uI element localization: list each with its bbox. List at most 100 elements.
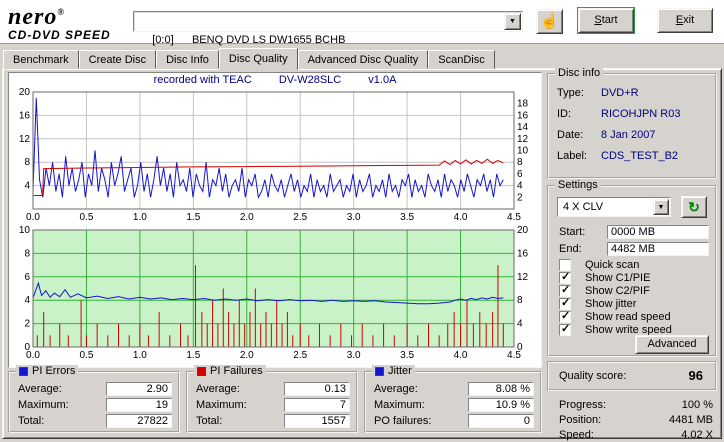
position-row: Position: 4481 MB [555, 414, 715, 427]
checkbox-quick-scan[interactable] [559, 259, 571, 271]
svg-text:6: 6 [517, 169, 523, 180]
checkbox-show-c1-pie-label: Show C1/PIE [585, 272, 651, 284]
refresh-button[interactable]: ↻ [681, 196, 707, 218]
svg-text:18: 18 [517, 99, 529, 110]
stat-box-pi-failures: PI Failures Average: 0.13 Maximum: 7 Tot… [186, 365, 358, 433]
stat-label: Total: [196, 415, 223, 427]
start-position-label: Start: [559, 226, 586, 238]
tab-disc-quality[interactable]: Disc Quality [218, 48, 298, 70]
svg-text:4.0: 4.0 [454, 350, 468, 361]
pi-failures-jitter-chart: 0.0 0.5 1.0 1.5 2.0 2.5 3.0 3.5 4.0 4.50246810048… [19, 226, 529, 361]
disc-quality-page: recorded with TEAC DV-W28SLC v1.0A 0.0 0.… [2, 67, 722, 441]
scan-speed-dropdown-icon[interactable]: ▼ [653, 199, 669, 215]
svg-text:16: 16 [517, 248, 529, 259]
disc-label-value: CDS_TEST_B2 [601, 150, 679, 162]
start-button[interactable]: Start [577, 7, 635, 34]
svg-text:12: 12 [517, 272, 529, 283]
tab-advanced-disc-quality[interactable]: Advanced Disc Quality [297, 50, 429, 69]
recorder-model: DV-W28SLC [278, 74, 342, 86]
svg-text:10: 10 [19, 226, 31, 236]
tab-disc-info[interactable]: Disc Info [156, 50, 219, 69]
svg-text:20: 20 [19, 88, 31, 98]
checkbox-show-read-speed-label: Show read speed [585, 311, 671, 323]
svg-text:16: 16 [517, 110, 529, 121]
checkbox-show-write-speed[interactable]: ✓ [559, 323, 571, 336]
pi-errors-maximum: 19 [106, 398, 172, 412]
stat-box-jitter: Jitter Average: 8.08 % Maximum: 10.9 % P… [364, 365, 542, 433]
pi-errors-chart: 0.0 0.5 1.0 1.5 2.0 2.5 3.0 3.5 4.0 4.54812162024… [19, 88, 529, 223]
disc-info-label: Type: [557, 87, 584, 99]
drive-select[interactable]: [0:0] BENQ DVD LS DW1655 BCHB ▼ [133, 11, 523, 46]
svg-text:12: 12 [517, 134, 529, 145]
drive-select-dropdown-icon[interactable]: ▼ [504, 13, 521, 30]
checkbox-show-jitter[interactable]: ✓ [559, 297, 571, 310]
jitter-color-swatch [375, 367, 384, 376]
svg-text:4.5: 4.5 [507, 212, 521, 223]
tab-scandisc[interactable]: ScanDisc [428, 50, 495, 69]
drive-select-value: [0:0] BENQ DVD LS DW1655 BCHB [152, 34, 346, 46]
advanced-button[interactable]: Advanced [635, 335, 709, 354]
recorder-firmware: v1.0A [368, 74, 397, 86]
svg-text:0.5: 0.5 [79, 212, 93, 223]
stat-label: Average: [196, 383, 240, 395]
checkbox-show-c2-pif[interactable]: ✓ [559, 284, 571, 297]
disc-id-value: RICOHJPN R03 [601, 108, 681, 120]
svg-text:2: 2 [24, 319, 30, 330]
pi-errors-title: PI Errors [32, 365, 76, 377]
disc-info-group: Disc info Type: DVD+R ID: RICOHJPN R03 D… [547, 67, 717, 179]
svg-text:6: 6 [24, 272, 30, 283]
disc-info-label: Date: [557, 129, 584, 141]
svg-text:20: 20 [517, 226, 529, 236]
svg-text:2.5: 2.5 [293, 212, 307, 223]
svg-text:0: 0 [24, 342, 30, 353]
svg-text:1.0: 1.0 [133, 212, 147, 223]
stat-label: Maximum: [374, 399, 425, 411]
recorded-with-text: recorded with TEAC DV-W28SLC v1.0A [9, 74, 541, 86]
tab-benchmark[interactable]: Benchmark [3, 50, 79, 69]
select-tool-button[interactable]: ☝ [536, 9, 563, 34]
svg-text:2.5: 2.5 [293, 350, 307, 361]
quality-score-label: Quality score: [559, 370, 627, 382]
pi-errors-average: 2.90 [106, 382, 172, 396]
svg-text:1.5: 1.5 [186, 212, 200, 223]
checkbox-show-read-speed[interactable]: ✓ [559, 310, 571, 323]
jitter-maximum: 10.9 % [468, 398, 534, 412]
checkbox-show-jitter-label: Show jitter [585, 298, 637, 310]
jitter-title: Jitter [388, 365, 412, 377]
stat-label: Average: [18, 383, 62, 395]
svg-text:4: 4 [517, 181, 523, 192]
exit-button[interactable]: Exit [657, 8, 713, 33]
jitter-po-failures: 0 [468, 414, 534, 428]
svg-text:0: 0 [517, 342, 523, 353]
checkbox-quick-scan-label: Quick scan [585, 259, 640, 271]
tab-create-disc[interactable]: Create Disc [78, 50, 157, 69]
disc-info-title: Disc info [558, 67, 601, 79]
svg-text:4: 4 [24, 295, 30, 306]
svg-text:8: 8 [24, 157, 30, 168]
end-position-label: End: [559, 243, 582, 255]
jitter-average: 8.08 % [468, 382, 534, 396]
progress-value: 100 % [681, 399, 713, 411]
pi-errors-total: 27822 [106, 414, 172, 428]
svg-text:8: 8 [517, 157, 523, 168]
svg-text:14: 14 [517, 122, 529, 133]
speed-label: Speed: [559, 429, 594, 441]
svg-text:0.5: 0.5 [79, 350, 93, 361]
settings-group: Settings 4 X CLV ▼ ↻ Start: 0000 MB End:… [547, 179, 717, 357]
toolbar: nero® CD-DVD SPEED [0:0] BENQ DVD LS DW1… [0, 0, 724, 46]
stat-label: Average: [374, 383, 418, 395]
chart-panel: recorded with TEAC DV-W28SLC v1.0A 0.0 0.… [8, 72, 542, 368]
svg-text:4.0: 4.0 [454, 212, 468, 223]
recorded-with-label: recorded with TEAC [153, 74, 252, 86]
scan-speed-value: 4 X CLV [563, 201, 604, 213]
quality-score-group: Quality score: 96 [547, 361, 717, 391]
pi-errors-color-swatch [19, 367, 28, 376]
end-position-field: 4482 MB [607, 242, 709, 256]
scan-speed-select[interactable]: 4 X CLV ▼ [557, 197, 671, 217]
svg-text:16: 16 [19, 110, 31, 121]
checkbox-show-c1-pie[interactable]: ✓ [559, 271, 571, 284]
position-value: 4481 MB [668, 414, 713, 426]
svg-text:3.5: 3.5 [400, 212, 414, 223]
svg-text:1.5: 1.5 [186, 350, 200, 361]
svg-text:8: 8 [24, 248, 30, 259]
